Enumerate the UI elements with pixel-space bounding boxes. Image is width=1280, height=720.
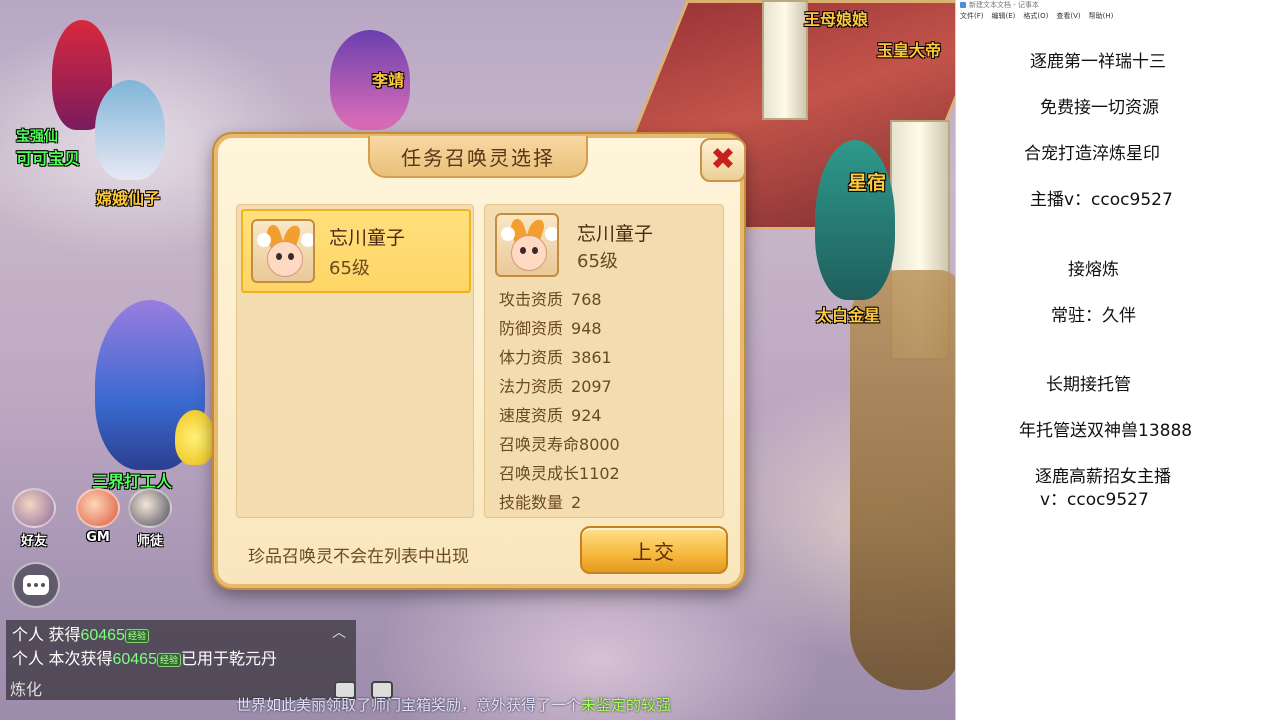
dialog-title: 任务召唤灵选择 (401, 145, 555, 170)
pet-sprite[interactable] (175, 410, 215, 465)
detail-level: 65级 (577, 251, 618, 272)
chat-channel: 个人 (12, 627, 45, 644)
stat-skill-count: 技能数量 2 (499, 493, 582, 512)
note-line: 常驻：久伴 (1051, 306, 1136, 326)
note-line: 年托管送双神兽13888 (1019, 421, 1193, 441)
submit-button[interactable]: 上交 (580, 526, 728, 574)
stat-mana: 法力资质 2097 (499, 377, 612, 396)
npc-label: 星宿 (848, 173, 887, 194)
notepad-window: 新建文本文档 - 记事本 文件(F) 编辑(E) 格式(O) 查看(V) 帮助(… (955, 0, 1280, 720)
chat-icon (23, 575, 49, 595)
broadcast-text: 世界如此美丽领取了师门宝箱奖励，意外获得了一个 (236, 697, 582, 714)
note-line: 逐鹿高薪招女主播 (1035, 467, 1171, 487)
mentor-button[interactable]: 师徒 (126, 488, 174, 549)
close-icon: ✖ (710, 142, 736, 177)
npc-label: 李靖 (372, 73, 405, 90)
chat-suffix: 已用于乾元丹 (181, 651, 278, 668)
note-line: v：ccoc9527 (1040, 490, 1149, 510)
summon-select-dialog: 任务召唤灵选择 ✖ 忘川童子 65级 忘川童子 65级 攻击资质 768 防御资… (214, 134, 746, 588)
chat-text: 获得 (48, 627, 81, 644)
palace-pillar (762, 0, 808, 120)
golden-dragon-statue (850, 270, 955, 690)
system-broadcast: 世界如此美丽领取了师门宝箱奖励，意外获得了一个未鉴定的较强 (236, 694, 671, 715)
note-line: 长期接托管 (1046, 375, 1131, 395)
summon-detail: 忘川童子 65级 攻击资质 768 防御资质 948 体力资质 3861 法力资质 20… (484, 204, 724, 518)
friends-label: 好友 (20, 534, 47, 549)
exp-tag: 经验 (156, 652, 181, 667)
chevron-up-icon[interactable]: ︿ (332, 622, 346, 642)
friends-button[interactable]: 好友 (10, 488, 58, 549)
chat-line: 个人 获得60465 经验 (12, 624, 350, 648)
stat-growth: 召唤灵成长1102 (499, 464, 620, 483)
npc-label: 嫦娥仙子 (96, 191, 161, 208)
note-line: 接熔炼 (1068, 260, 1119, 280)
stat-defense: 防御资质 948 (499, 319, 602, 338)
summon-list: 忘川童子 65级 (236, 204, 474, 518)
note-line: 主播v：ccoc9527 (1030, 190, 1173, 210)
dialog-title-bar: 任务召唤灵选择 (368, 136, 588, 178)
stat-speed: 速度资质 924 (499, 406, 602, 425)
menu-file[interactable]: 文件(F) (960, 11, 984, 23)
stat-lifespan: 召唤灵寿命8000 (499, 435, 620, 454)
menu-help[interactable]: 帮助(H) (1089, 11, 1114, 23)
notepad-titlebar: 新建文本文档 - 记事本 (960, 0, 1039, 10)
summon-avatar (495, 213, 559, 277)
mentor-icon (128, 488, 172, 528)
summon-list-item[interactable]: 忘川童子 65级 (241, 209, 471, 293)
broadcast-highlight: 未鉴定的较强 (581, 697, 672, 714)
detail-name: 忘川童子 (577, 223, 654, 245)
summon-name: 忘川童子 (329, 227, 406, 249)
gm-label: GM (86, 530, 110, 545)
npc-label: 宝强仙 (16, 128, 58, 144)
close-button[interactable]: ✖ (700, 138, 746, 182)
note-line: 免费接一切资源 (1040, 98, 1159, 118)
chat-log[interactable]: 个人 获得60465 经验 个人 本次获得60465 经验 已用于乾元丹 (6, 620, 356, 700)
friends-icon (12, 488, 56, 528)
gm-button[interactable]: GM (74, 488, 122, 548)
chat-footer-text: 炼化 (10, 682, 43, 699)
npc-sprite[interactable] (95, 80, 165, 180)
notepad-menubar: 文件(F) 编辑(E) 格式(O) 查看(V) 帮助(H) (960, 11, 1113, 23)
notepad-icon (960, 2, 966, 8)
notepad-title: 新建文本文档 - 记事本 (969, 1, 1039, 9)
game-viewport[interactable]: 王母娘娘 玉皇大帝 李靖 星宿 太白金星 嫦娥仙子 宝强仙 可可宝贝 三界打工人… (0, 0, 955, 720)
chat-line: 个人 本次获得60465 经验 已用于乾元丹 (12, 648, 350, 672)
npc-label: 太白金星 (816, 308, 881, 325)
chat-amount: 60465 (80, 627, 125, 644)
mentor-label: 师徒 (136, 534, 163, 549)
chat-text: 本次获得 (48, 651, 113, 668)
note-line: 合宠打造淬炼星印 (1024, 144, 1160, 164)
exp-tag: 经验 (124, 628, 149, 643)
stat-attack: 攻击资质 768 (499, 290, 602, 309)
menu-edit[interactable]: 编辑(E) (992, 11, 1016, 23)
npc-label: 王母娘娘 (804, 12, 869, 29)
summon-avatar (251, 219, 315, 283)
chat-button[interactable] (12, 562, 60, 608)
stat-hp: 体力资质 3861 (499, 348, 612, 367)
npc-sprite[interactable] (815, 140, 895, 300)
menu-view[interactable]: 查看(V) (1056, 11, 1080, 23)
npc-label: 玉皇大帝 (877, 43, 942, 60)
summon-level: 65级 (329, 258, 370, 279)
gm-icon (76, 488, 120, 528)
chat-amount: 60465 (112, 651, 157, 668)
chat-channel: 个人 (12, 651, 45, 668)
note-line: 逐鹿第一祥瑞十三 (1030, 52, 1166, 72)
npc-label: 可可宝贝 (16, 151, 81, 168)
menu-format[interactable]: 格式(O) (1023, 11, 1048, 23)
dialog-note: 珍品召唤灵不会在列表中出现 (248, 547, 469, 567)
submit-label: 上交 (632, 539, 676, 564)
